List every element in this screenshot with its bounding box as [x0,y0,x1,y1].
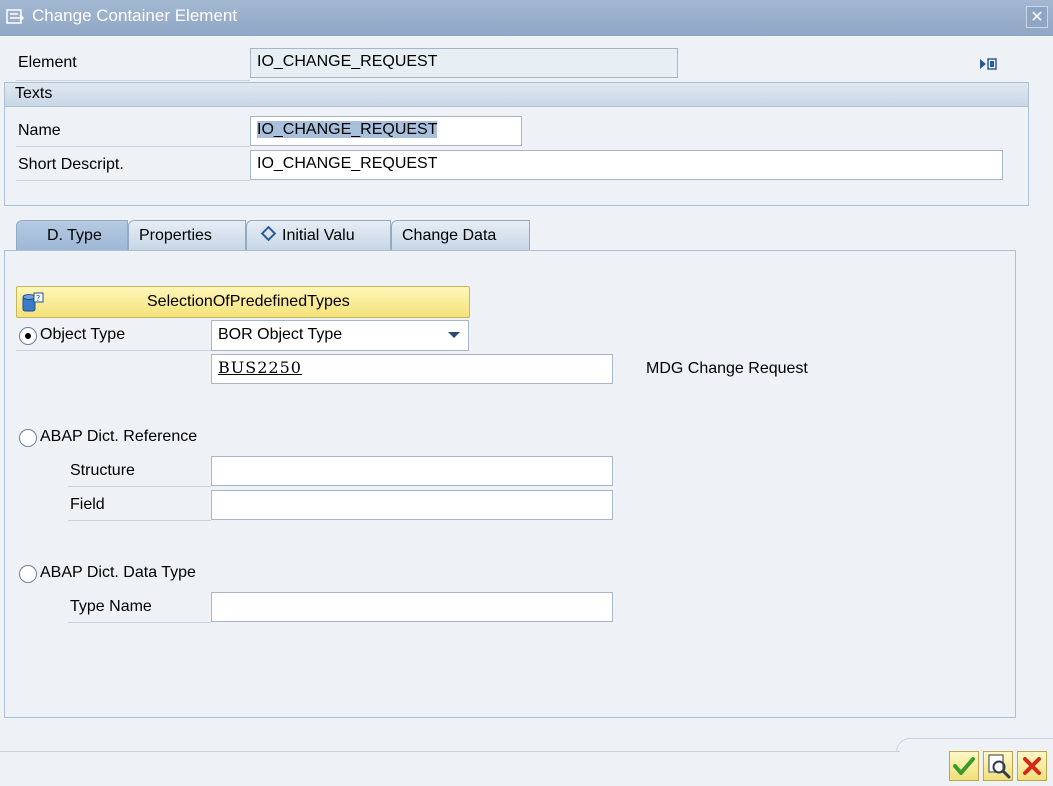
field-input[interactable] [211,490,613,520]
svg-text:?: ? [36,294,40,303]
abap-dict-reference-label: ABAP Dict. Reference [40,428,198,445]
abap-dict-reference-radio[interactable] [19,429,37,447]
confirm-icon [953,757,975,775]
name-label: Name [18,122,61,139]
cancel-icon [1023,757,1041,775]
tab-label: Properties [139,227,212,244]
tab-label: Initial Valu [282,227,355,244]
element-label: Element [18,54,77,71]
footer-curve [896,738,1053,752]
name-value: IO_CHANGE_REQUEST [257,121,438,138]
divider [16,350,211,351]
short-description-field[interactable]: IO_CHANGE_REQUEST [250,150,1003,180]
divider [68,622,211,623]
search-icon [988,754,1011,779]
radio-selected-dot [25,333,31,339]
selection-predefined-types-button[interactable]: ? SelectionOfPredefinedTypes [16,286,470,318]
tab-d-type[interactable]: D. Type [16,220,128,250]
object-type-value: BUS2250 [218,358,302,377]
object-type-label: Object Type [40,326,126,343]
structure-field[interactable] [211,456,613,486]
selection-button-label: SelectionOfPredefinedTypes [147,293,350,310]
tab-initial-value[interactable]: Initial Valu [246,220,391,250]
short-description-label: Short Descript. [18,156,124,173]
cancel-button[interactable] [1017,751,1047,781]
tab-label: D. Type [47,227,102,244]
type-name-field[interactable] [211,592,613,622]
divider [16,80,250,81]
abap-dict-data-type-label: ABAP Dict. Data Type [40,564,196,581]
abap-dict-data-type-radio[interactable] [19,565,37,583]
tab-properties[interactable]: Properties [128,220,246,250]
divider [68,486,211,487]
structure-label: Structure [70,462,135,479]
name-field[interactable]: IO_CHANGE_REQUEST [250,116,522,146]
element-field[interactable]: IO_CHANGE_REQUEST [250,48,678,78]
close-window-button[interactable]: ✕ [1026,6,1048,28]
confirm-button[interactable] [949,751,979,781]
window-title: Change Container Element [32,6,238,25]
object-type-radio[interactable] [19,327,37,345]
footer-divider [0,751,900,752]
expand-icon[interactable] [978,56,998,72]
change-container-icon [6,9,25,24]
search-button[interactable] [983,751,1013,781]
tab-label: Change Data [402,227,497,244]
title-bar: Change Container Element ✕ [0,0,1053,36]
chevron-down-icon [448,332,460,338]
divider [16,146,250,147]
close-icon: ✕ [1030,7,1044,26]
object-type-field[interactable]: BUS2250 [211,354,613,384]
texts-header: Texts [5,83,1028,107]
dropdown-value: BOR Object Type [218,326,343,343]
divider [16,180,250,181]
object-type-dropdown[interactable]: BOR Object Type [211,320,469,351]
diamond-icon [260,225,277,242]
object-types-icon: ? [22,292,44,312]
tab-change-data[interactable]: Change Data [391,220,530,250]
type-name-label: Type Name [70,598,152,615]
object-type-description: MDG Change Request [646,360,808,377]
field-label: Field [70,496,105,513]
divider [68,520,211,521]
